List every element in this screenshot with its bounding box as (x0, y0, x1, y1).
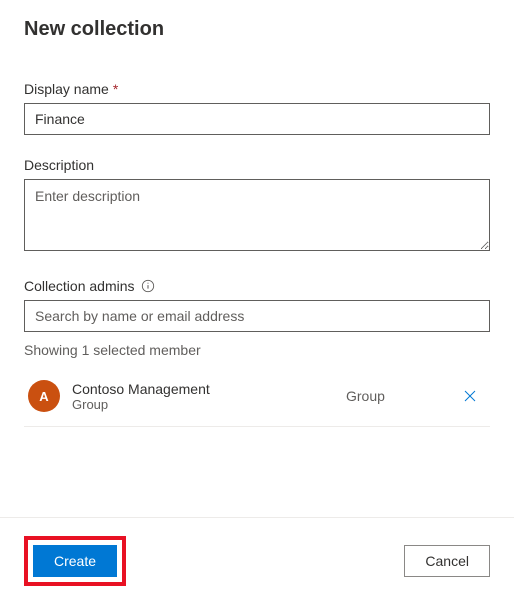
collection-admins-label: Collection admins (24, 278, 490, 294)
description-field: Description (24, 157, 490, 256)
remove-member-button[interactable] (456, 382, 484, 410)
member-type: Group (346, 388, 456, 404)
required-indicator: * (113, 81, 118, 97)
page-title: New collection (24, 18, 490, 41)
display-name-field: Display name * (24, 81, 490, 135)
description-label: Description (24, 157, 490, 173)
collection-admins-label-text: Collection admins (24, 278, 135, 294)
collection-admins-search-input[interactable] (24, 300, 490, 332)
info-icon[interactable] (141, 279, 155, 293)
member-row: A Contoso Management Group Group (24, 372, 490, 427)
description-input[interactable] (24, 179, 490, 251)
display-name-label-text: Display name (24, 81, 109, 97)
member-count-status: Showing 1 selected member (24, 342, 490, 358)
collection-admins-field: Collection admins Showing 1 selected mem… (24, 278, 490, 427)
cancel-button[interactable]: Cancel (404, 545, 490, 577)
create-button-highlight: Create (24, 536, 126, 586)
member-subtype: Group (72, 397, 346, 412)
create-button[interactable]: Create (33, 545, 117, 577)
close-icon (462, 388, 478, 404)
footer: Create Cancel (0, 517, 514, 586)
member-name: Contoso Management (72, 381, 346, 397)
member-info: Contoso Management Group (72, 381, 346, 412)
member-avatar: A (28, 380, 60, 412)
new-collection-panel: New collection Display name * Descriptio… (0, 0, 514, 427)
display-name-input[interactable] (24, 103, 490, 135)
display-name-label: Display name * (24, 81, 490, 97)
